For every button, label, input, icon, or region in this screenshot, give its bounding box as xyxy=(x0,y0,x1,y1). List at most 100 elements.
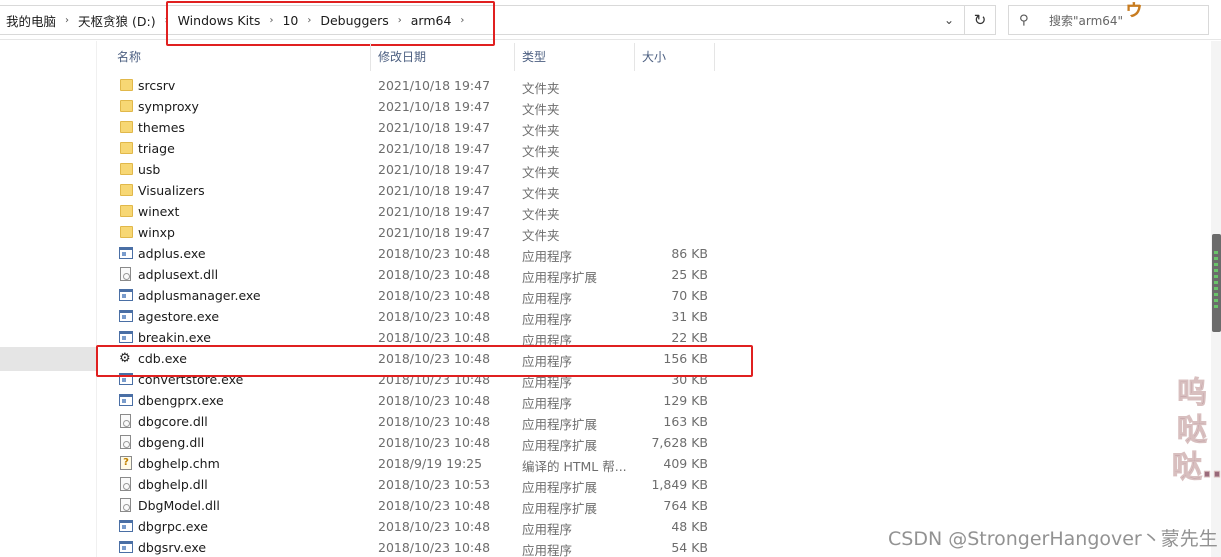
file-type: 文件夹 xyxy=(522,165,560,180)
help-icon: ? xyxy=(118,456,134,471)
column-size[interactable]: 大小 xyxy=(635,43,715,71)
file-name: dbghelp.chm xyxy=(138,456,220,471)
file-row[interactable]: dbgsrv.exe 2018/10/23 10:48 应用程序 54 KB xyxy=(100,537,740,557)
chevron-down-icon: ⌄ xyxy=(943,13,955,27)
file-row[interactable]: DbgModel.dll 2018/10/23 10:48 应用程序扩展 764 KB xyxy=(100,495,740,516)
file-name: triage xyxy=(138,141,175,156)
file-row[interactable]: adplus.exe 2018/10/23 10:48 应用程序 86 KB xyxy=(100,243,740,264)
search-icon: ⚲ xyxy=(1019,12,1029,28)
exe-icon xyxy=(118,288,134,303)
file-size: 764 KB xyxy=(663,498,708,513)
file-type: 应用程序扩展 xyxy=(522,417,598,432)
refresh-icon: ↻ xyxy=(973,11,987,29)
file-row[interactable]: symproxy 2021/10/18 19:47 文件夹 xyxy=(100,96,740,117)
file-size: 86 KB xyxy=(671,246,708,261)
file-type: 应用程序 xyxy=(522,396,573,411)
file-type: 应用程序 xyxy=(522,291,573,306)
chevron-right-icon[interactable]: › xyxy=(457,15,467,26)
file-name: cdb.exe xyxy=(138,351,187,366)
navigation-pane[interactable] xyxy=(0,41,97,557)
breadcrumb-arm64[interactable]: arm64 xyxy=(405,13,458,28)
nav-selected-item[interactable] xyxy=(0,347,96,371)
breadcrumb-debuggers[interactable]: Debuggers xyxy=(314,13,394,28)
file-name: winxp xyxy=(138,225,175,240)
file-type: 应用程序 xyxy=(522,249,573,264)
file-type: 应用程序 xyxy=(522,375,573,390)
file-name: agestore.exe xyxy=(138,309,220,324)
chevron-right-icon[interactable]: › xyxy=(62,15,72,26)
file-row[interactable]: convertstore.exe 2018/10/23 10:48 应用程序 30 K… xyxy=(100,369,740,390)
breadcrumb-windows-kits[interactable]: Windows Kits xyxy=(172,13,267,28)
file-date: 2018/10/23 10:48 xyxy=(378,498,491,513)
file-size: 409 KB xyxy=(663,456,708,471)
scrollbar-grip xyxy=(1214,251,1218,311)
file-name: themes xyxy=(138,120,185,135)
chevron-right-icon[interactable]: › xyxy=(266,15,276,26)
breadcrumb-drive-d[interactable]: 天枢贪狼 (D:) xyxy=(72,11,162,30)
file-name: srcsrv xyxy=(138,78,176,93)
column-name[interactable]: 名称 xyxy=(110,43,371,71)
file-size: 1,849 KB xyxy=(651,477,708,492)
chevron-right-icon[interactable]: › xyxy=(162,15,172,26)
search-box[interactable]: ⚲ 搜索"arm64" xyxy=(1008,5,1209,35)
file-row[interactable]: ? dbghelp.chm 2018/9/19 19:25 编译的 HTML 帮...… xyxy=(100,453,740,474)
file-size: 54 KB xyxy=(671,540,708,555)
file-row[interactable]: winxp 2021/10/18 19:47 文件夹 xyxy=(100,222,740,243)
search-input[interactable]: 搜索"arm64" xyxy=(1049,12,1123,29)
file-name: symproxy xyxy=(138,99,199,114)
file-name: adplusmanager.exe xyxy=(138,288,261,303)
file-type: 应用程序扩展 xyxy=(522,438,598,453)
file-size: 163 KB xyxy=(663,414,708,429)
file-date: 2018/10/23 10:48 xyxy=(378,288,491,303)
folder-icon xyxy=(118,183,134,198)
dll-icon xyxy=(118,414,134,429)
file-row[interactable]: winext 2021/10/18 19:47 文件夹 xyxy=(100,201,740,222)
file-rows: srcsrv 2021/10/18 19:47 文件夹 symproxy 2021/10… xyxy=(100,75,740,557)
file-row[interactable]: dbgrpc.exe 2018/10/23 10:48 应用程序 48 KB xyxy=(100,516,740,537)
column-date[interactable]: 修改日期 xyxy=(371,43,515,71)
watermark-fragment: ゥ xyxy=(1124,0,1144,20)
file-row[interactable]: agestore.exe 2018/10/23 10:48 应用程序 31 KB xyxy=(100,306,740,327)
file-size: 156 KB xyxy=(663,351,708,366)
chevron-right-icon[interactable]: › xyxy=(395,15,405,26)
file-size: 22 KB xyxy=(671,330,708,345)
file-date: 2018/10/23 10:48 xyxy=(378,309,491,324)
exe-icon xyxy=(118,372,134,387)
file-date: 2018/10/23 10:48 xyxy=(378,540,491,555)
file-name: usb xyxy=(138,162,161,177)
file-type: 文件夹 xyxy=(522,102,560,117)
exe-icon xyxy=(118,540,134,555)
file-row[interactable]: dbgeng.dll 2018/10/23 10:48 应用程序扩展 7,628 KB xyxy=(100,432,740,453)
file-row[interactable]: triage 2021/10/18 19:47 文件夹 xyxy=(100,138,740,159)
file-type: 文件夹 xyxy=(522,228,560,243)
column-type[interactable]: 类型 xyxy=(515,43,635,71)
file-name: Visualizers xyxy=(138,183,205,198)
refresh-button[interactable]: ↻ xyxy=(964,5,996,35)
address-history-dropdown[interactable]: ⌄ xyxy=(934,6,964,34)
file-row[interactable]: themes 2021/10/18 19:47 文件夹 xyxy=(100,117,740,138)
folder-icon xyxy=(118,162,134,177)
exe-icon xyxy=(118,309,134,324)
file-list[interactable]: 名称 修改日期 类型 大小 srcsrv 2021/10/18 19:47 文件夹 s… xyxy=(100,41,1210,557)
file-row[interactable]: Visualizers 2021/10/18 19:47 文件夹 xyxy=(100,180,740,201)
file-row[interactable]: adplusext.dll 2018/10/23 10:48 应用程序扩展 25 KB xyxy=(100,264,740,285)
file-name: winext xyxy=(138,204,180,219)
file-date: 2021/10/18 19:47 xyxy=(378,99,491,114)
breadcrumb-10[interactable]: 10 xyxy=(276,13,304,28)
file-row[interactable]: ⚙ cdb.exe 2018/10/23 10:48 应用程序 156 KB xyxy=(100,348,740,369)
file-date: 2021/10/18 19:47 xyxy=(378,162,491,177)
file-row[interactable]: dbengprx.exe 2018/10/23 10:48 应用程序 129 KB xyxy=(100,390,740,411)
file-row[interactable]: dbgcore.dll 2018/10/23 10:48 应用程序扩展 163 KB xyxy=(100,411,740,432)
breadcrumb-my-computer[interactable]: 我的电脑 xyxy=(0,11,62,30)
file-date: 2018/9/19 19:25 xyxy=(378,456,483,471)
file-row[interactable]: srcsrv 2021/10/18 19:47 文件夹 xyxy=(100,75,740,96)
chevron-right-icon[interactable]: › xyxy=(304,15,314,26)
file-row[interactable]: usb 2021/10/18 19:47 文件夹 xyxy=(100,159,740,180)
file-type: 文件夹 xyxy=(522,81,560,96)
file-row[interactable]: dbghelp.dll 2018/10/23 10:53 应用程序扩展 1,849 K… xyxy=(100,474,740,495)
file-type: 应用程序 xyxy=(522,522,573,537)
address-bar[interactable]: 我的电脑 › 天枢贪狼 (D:) › Windows Kits › 10 › D… xyxy=(0,5,996,35)
dll-icon xyxy=(118,498,134,513)
file-row[interactable]: breakin.exe 2018/10/23 10:48 应用程序 22 KB xyxy=(100,327,740,348)
file-row[interactable]: adplusmanager.exe 2018/10/23 10:48 应用程序 70 … xyxy=(100,285,740,306)
